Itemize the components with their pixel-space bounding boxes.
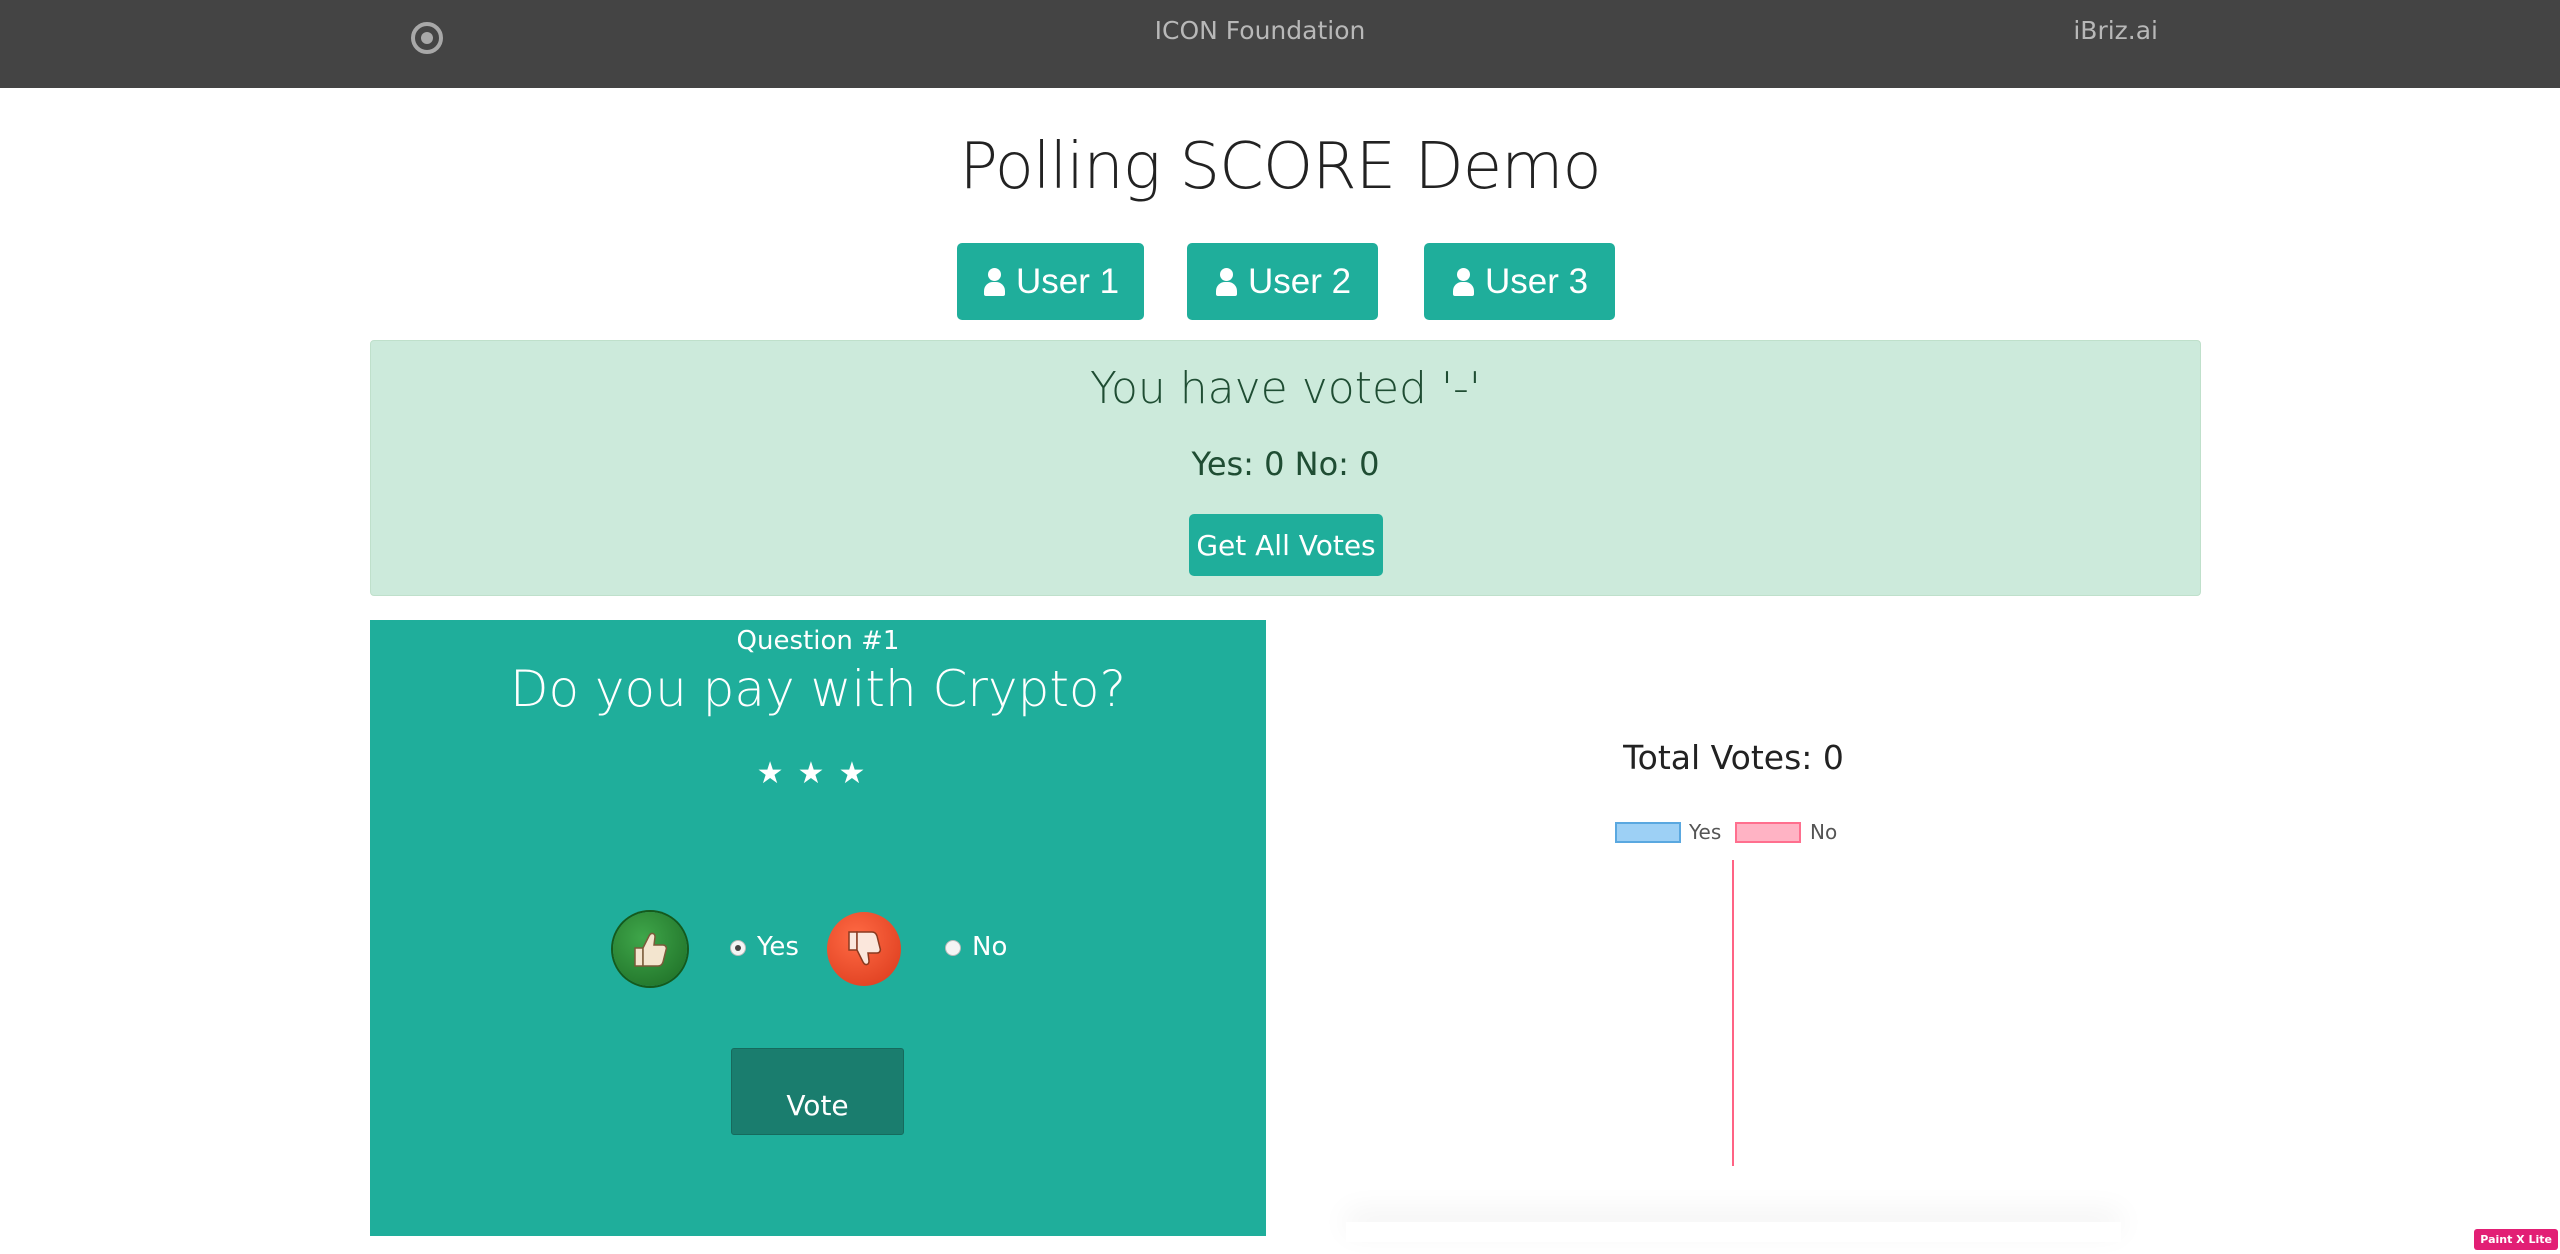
chart-zero-bar-line — [1732, 860, 1734, 1166]
user-2-label: User 2 — [1247, 261, 1352, 301]
vote-options: Yes No — [370, 912, 1266, 992]
vote-button[interactable]: Vote — [731, 1048, 904, 1135]
top-navbar: ICON Foundation iBriz.ai — [0, 0, 2560, 88]
user-1-label: User 1 — [1015, 261, 1120, 301]
get-all-votes-button[interactable]: Get All Votes — [1189, 514, 1383, 576]
thumbs-down-icon[interactable] — [827, 912, 901, 986]
ibriz-link[interactable]: iBriz.ai — [2073, 16, 2158, 45]
user-icon — [982, 267, 1006, 296]
question-number: Question #1 — [736, 626, 900, 656]
no-radio[interactable] — [945, 940, 961, 956]
target-circle-icon[interactable] — [411, 22, 443, 54]
no-label[interactable]: No — [972, 932, 1007, 962]
yes-radio[interactable] — [730, 940, 746, 956]
user-1-button[interactable]: User 1 — [957, 243, 1144, 320]
user-icon — [1451, 267, 1475, 296]
vote-counts-text: Yes: 0 No: 0 — [1191, 445, 1380, 483]
thumbs-up-icon[interactable] — [613, 912, 687, 986]
question-panel: Question #1 Do you pay with Crypto? ★★★ … — [370, 620, 1266, 1236]
legend-swatch-yes[interactable] — [1615, 822, 1681, 843]
user-3-label: User 3 — [1484, 261, 1589, 301]
thumbs-up-glyph — [634, 932, 668, 967]
question-text: Do you pay with Crypto? — [509, 660, 1127, 718]
target-dot — [421, 32, 433, 44]
votes-chart: Total Votes: 0 Yes No — [1266, 620, 2201, 1236]
legend-label-no[interactable]: No — [1810, 820, 1837, 844]
chart-title: Total Votes: 0 — [1623, 738, 1844, 777]
vote-status-alert: You have voted '-' Yes: 0 No: 0 Get All … — [370, 340, 2201, 596]
brand-link[interactable]: ICON Foundation — [1060, 16, 1460, 45]
chart-legend: Yes No — [1266, 820, 2201, 844]
legend-swatch-no[interactable] — [1735, 822, 1801, 843]
user-icon — [1214, 267, 1238, 296]
thumbs-down-glyph — [848, 931, 882, 966]
legend-label-yes[interactable]: Yes — [1689, 820, 1721, 844]
user-2-button[interactable]: User 2 — [1187, 243, 1378, 320]
yes-label[interactable]: Yes — [757, 932, 799, 962]
star-rating-icon: ★★★ — [756, 756, 880, 791]
user-3-button[interactable]: User 3 — [1424, 243, 1615, 320]
paint-x-lite-badge[interactable]: Paint X Lite — [2474, 1229, 2558, 1250]
page-title: Polling SCORE Demo — [959, 130, 1601, 204]
voted-status-text: You have voted '-' — [1089, 363, 1482, 414]
